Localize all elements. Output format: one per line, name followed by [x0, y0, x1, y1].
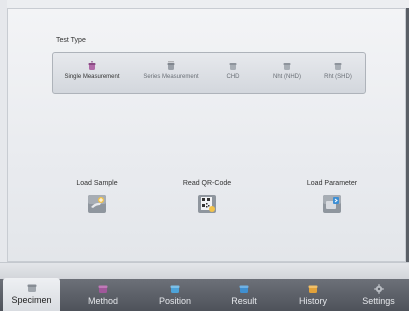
- tab-specimen-label: Specimen: [11, 295, 52, 305]
- tab-settings[interactable]: Settings: [350, 279, 407, 311]
- tab-history[interactable]: History: [282, 279, 344, 311]
- rht-vial-icon: [334, 63, 342, 70]
- test-type-rht-label: Rht (SHD): [324, 74, 352, 80]
- position-icon: [170, 285, 180, 293]
- test-type-chd-label: CHD: [226, 74, 240, 80]
- specimen-icon: [27, 284, 36, 292]
- test-type-single-measurement[interactable]: Single Measurement: [57, 53, 127, 93]
- gear-icon: [373, 284, 384, 294]
- read-qr-code-button[interactable]: Read QR-Code: [172, 180, 242, 214]
- load-sample-label: Load Sample: [76, 180, 118, 187]
- chd-vial-icon: [229, 63, 237, 70]
- tab-history-label: History: [298, 296, 327, 306]
- tab-method[interactable]: Method: [72, 279, 134, 311]
- qr-code-icon: [198, 195, 216, 213]
- load-sample-icon: [88, 195, 106, 213]
- test-type-nht-label: Nht (NHD): [273, 74, 301, 80]
- history-icon: [308, 285, 318, 293]
- test-type-nht[interactable]: Nht (NHD): [265, 53, 309, 93]
- read-qr-code-label: Read QR-Code: [182, 180, 232, 187]
- test-type-chd[interactable]: CHD: [213, 53, 253, 93]
- tab-specimen[interactable]: Specimen: [3, 278, 60, 311]
- nht-vial-icon: [283, 63, 291, 70]
- left-edge: [0, 0, 7, 262]
- test-type-single-label: Single Measurement: [64, 74, 120, 80]
- result-icon: [239, 285, 249, 293]
- load-parameter-button[interactable]: Load Parameter: [292, 180, 372, 214]
- load-parameter-icon: [323, 195, 341, 213]
- tab-position-label: Position: [158, 296, 192, 306]
- tab-strip: [0, 262, 409, 279]
- tab-result[interactable]: Result: [214, 279, 274, 311]
- series-vial-icon: [167, 61, 175, 70]
- load-sample-button[interactable]: Load Sample: [62, 180, 132, 214]
- bottom-tab-bar: Specimen Method Position Result History …: [0, 278, 409, 311]
- test-type-title: Test Type: [56, 37, 86, 44]
- test-type-rht[interactable]: Rht (SHD): [315, 53, 361, 93]
- tab-position[interactable]: Position: [142, 279, 208, 311]
- test-type-series-measurement[interactable]: Series Measurement: [131, 53, 211, 93]
- test-type-series-label: Series Measurement: [143, 74, 199, 80]
- main-panel: [7, 8, 406, 262]
- test-type-panel: Single Measurement Series Measurement CH…: [52, 52, 366, 94]
- top-edge: [0, 0, 409, 8]
- tab-result-label: Result: [231, 296, 257, 306]
- app-screen: Test Type Single Measurement Series Meas…: [0, 0, 409, 311]
- tab-settings-label: Settings: [362, 296, 395, 306]
- tab-method-label: Method: [87, 296, 119, 306]
- load-parameter-label: Load Parameter: [306, 180, 358, 187]
- single-vial-icon: [88, 61, 96, 70]
- method-icon: [98, 285, 108, 293]
